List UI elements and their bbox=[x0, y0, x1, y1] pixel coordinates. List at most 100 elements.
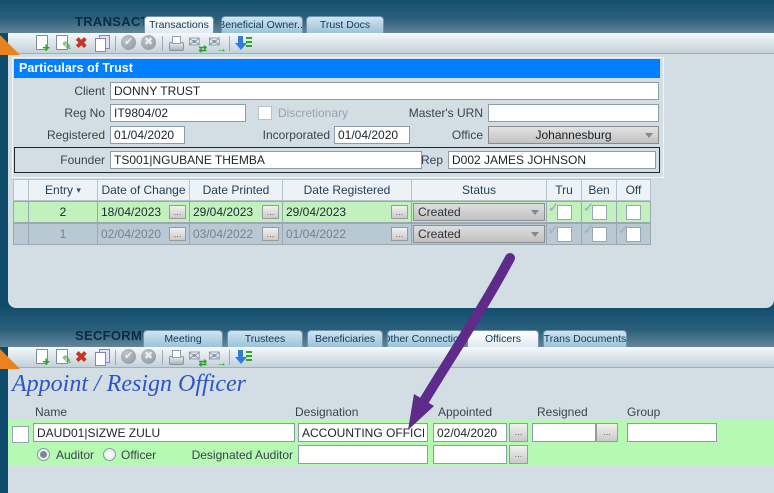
cell-date-printed[interactable]: 29/04/2023... bbox=[189, 201, 283, 223]
cancel-icon[interactable] bbox=[140, 348, 158, 366]
send-receive-mail-icon[interactable] bbox=[187, 34, 205, 52]
sort-records-icon[interactable] bbox=[234, 348, 252, 366]
reg-no-field[interactable] bbox=[110, 104, 246, 122]
officer-row-checkbox[interactable] bbox=[12, 426, 29, 443]
tab-other-connections[interactable]: Other Connectio... bbox=[387, 330, 463, 347]
designated-auditor-date-picker-button[interactable]: ... bbox=[509, 445, 528, 464]
col-entry[interactable]: Entry ▾ bbox=[28, 179, 98, 201]
cell-tru[interactable] bbox=[546, 201, 582, 223]
delete-record-icon[interactable] bbox=[73, 348, 91, 366]
appointed-date-picker-button[interactable]: ... bbox=[509, 423, 528, 442]
send-receive-mail-icon[interactable] bbox=[187, 348, 205, 366]
row-selector[interactable] bbox=[13, 223, 29, 245]
resigned-date-field[interactable] bbox=[532, 423, 596, 442]
cell-date-registered[interactable]: 29/04/2023... bbox=[282, 201, 412, 223]
date-picker-button[interactable]: ... bbox=[262, 205, 279, 219]
tab-beneficial-owner[interactable]: Beneficial Owner... bbox=[221, 16, 303, 33]
off-checkbox[interactable] bbox=[626, 227, 641, 242]
new-record-icon[interactable] bbox=[33, 348, 51, 366]
registered-field[interactable] bbox=[110, 126, 185, 144]
cell-ben[interactable] bbox=[581, 201, 617, 223]
col-label: Tru bbox=[555, 183, 573, 197]
designation-field[interactable] bbox=[298, 423, 428, 442]
masters-urn-field[interactable] bbox=[488, 104, 659, 122]
cancel-icon[interactable] bbox=[140, 34, 158, 52]
status-dropdown[interactable]: Created bbox=[413, 203, 545, 221]
table-row-selected[interactable]: 2 18/04/2023... 29/04/2023... 29/04/2023… bbox=[14, 201, 660, 223]
edit-record-icon[interactable] bbox=[53, 34, 71, 52]
group-field[interactable] bbox=[627, 423, 717, 442]
confirm-icon[interactable] bbox=[120, 348, 138, 366]
cell-status[interactable]: Created bbox=[411, 223, 547, 245]
designated-auditor-date-field[interactable] bbox=[433, 445, 507, 464]
col-label: Date Registered bbox=[304, 183, 391, 197]
date-picker-button[interactable]: ... bbox=[169, 227, 186, 241]
incorporated-label: Incorporated bbox=[240, 127, 330, 143]
date-picker-button[interactable]: ... bbox=[169, 205, 186, 219]
tab-label: Trust Docs bbox=[320, 19, 370, 31]
copy-record-icon[interactable] bbox=[93, 34, 111, 52]
cell-off[interactable] bbox=[616, 223, 651, 245]
date-picker-button[interactable]: ... bbox=[262, 227, 279, 241]
cell-ben[interactable] bbox=[581, 223, 617, 245]
officer-radio[interactable] bbox=[103, 448, 116, 461]
tab-trans-documents[interactable]: Trans Documents bbox=[543, 330, 627, 347]
table-row[interactable]: 1 02/04/2020... 03/04/2022... 01/04/2022… bbox=[14, 223, 660, 245]
off-checkbox[interactable] bbox=[626, 205, 641, 220]
col-tru[interactable]: Tru bbox=[546, 179, 582, 201]
incorporated-field[interactable] bbox=[334, 126, 410, 144]
cell-off[interactable] bbox=[616, 201, 651, 223]
resigned-label: Resigned bbox=[537, 404, 588, 420]
col-status[interactable]: Status bbox=[411, 179, 547, 201]
tab-trustees[interactable]: Trustees bbox=[227, 330, 303, 347]
cell-value: 29/04/2023 bbox=[193, 205, 253, 219]
col-ben[interactable]: Ben bbox=[581, 179, 617, 201]
col-date-registered[interactable]: Date Registered bbox=[282, 179, 412, 201]
tru-checkbox[interactable] bbox=[557, 205, 572, 220]
delete-record-icon[interactable] bbox=[73, 34, 91, 52]
print-icon[interactable] bbox=[167, 34, 185, 52]
cell-date-of-change[interactable]: 02/04/2020... bbox=[97, 223, 190, 245]
officer-name-field[interactable] bbox=[33, 423, 295, 442]
col-date-of-change[interactable]: Date of Change bbox=[97, 179, 190, 201]
founder-field[interactable] bbox=[110, 151, 422, 169]
client-field[interactable] bbox=[110, 82, 659, 100]
auditor-radio[interactable] bbox=[37, 448, 50, 461]
resigned-date-picker-button[interactable]: ... bbox=[596, 423, 618, 442]
ben-checkbox[interactable] bbox=[592, 205, 607, 220]
office-dropdown[interactable]: Johannesburg bbox=[488, 126, 659, 144]
col-date-printed[interactable]: Date Printed bbox=[189, 179, 283, 201]
cell-tru[interactable] bbox=[546, 223, 582, 245]
new-record-icon[interactable] bbox=[33, 34, 51, 52]
tab-transactions[interactable]: Transactions bbox=[144, 16, 214, 33]
tab-trust-docs[interactable]: Trust Docs bbox=[306, 16, 384, 33]
cell-date-printed[interactable]: 03/04/2022... bbox=[189, 223, 283, 245]
ben-checkbox[interactable] bbox=[592, 227, 607, 242]
office-value: Johannesburg bbox=[535, 128, 611, 142]
tab-meeting[interactable]: Meeting bbox=[143, 330, 223, 347]
cell-date-of-change[interactable]: 18/04/2023... bbox=[97, 201, 190, 223]
date-picker-button[interactable]: ... bbox=[391, 205, 408, 219]
edit-record-icon[interactable] bbox=[53, 348, 71, 366]
copy-record-icon[interactable] bbox=[93, 348, 111, 366]
cell-date-registered[interactable]: 01/04/2022... bbox=[282, 223, 412, 245]
rep-label: Rep bbox=[408, 152, 443, 168]
discretionary-checkbox[interactable] bbox=[258, 106, 272, 120]
print-icon[interactable] bbox=[167, 348, 185, 366]
status-dropdown[interactable]: Created bbox=[413, 225, 545, 243]
sort-arrow-icon[interactable]: ▾ bbox=[76, 185, 81, 196]
appointed-date-field[interactable] bbox=[433, 423, 507, 442]
col-off[interactable]: Off bbox=[616, 179, 651, 201]
tab-beneficiaries[interactable]: Beneficiaries bbox=[307, 330, 383, 347]
row-selector[interactable] bbox=[13, 201, 29, 223]
export-mail-icon[interactable] bbox=[207, 34, 225, 52]
tab-officers[interactable]: Officers bbox=[467, 330, 539, 347]
date-picker-button[interactable]: ... bbox=[391, 227, 408, 241]
sort-records-icon[interactable] bbox=[234, 34, 252, 52]
confirm-icon[interactable] bbox=[120, 34, 138, 52]
tru-checkbox[interactable] bbox=[557, 227, 572, 242]
cell-status[interactable]: Created bbox=[411, 201, 547, 223]
designated-auditor-field[interactable] bbox=[298, 445, 428, 464]
rep-field[interactable] bbox=[448, 151, 656, 169]
export-mail-icon[interactable] bbox=[207, 348, 225, 366]
